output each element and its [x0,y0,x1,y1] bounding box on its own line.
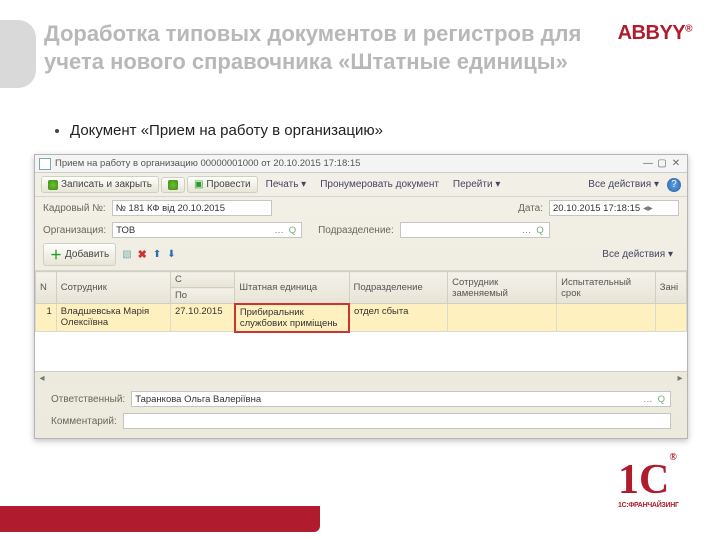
grid-toolbar: ＋ Добавить ▧ ✖ ⬆ ⬇ Все действия ▾ [35,241,687,271]
add-row-button[interactable]: ＋ Добавить [43,243,116,266]
label-comment: Комментарий: [51,416,117,427]
footer-form: Ответственный: Таранкова Ольга Валеріївн… [35,385,687,438]
scroll-left-icon[interactable]: ◂ [35,373,49,384]
lookup-icon[interactable]: Q [656,394,667,405]
org-input[interactable]: ТОВ … Q [112,222,302,238]
window-title: Прием на работу в организацию 0000000100… [55,158,641,169]
org-value: ТОВ [116,225,271,236]
col-dept[interactable]: Подразделение [349,272,448,304]
title-accent-tab [0,20,36,88]
comment-input[interactable] [123,413,671,429]
cell-overflow[interactable] [655,304,686,332]
col-position[interactable]: Штатная единица [235,272,349,304]
col-replaced[interactable]: Сотрудник заменяемый [448,272,557,304]
cell-from[interactable]: 27.10.2015 [170,304,234,332]
save-button[interactable] [161,177,185,193]
date-input[interactable]: 20.10.2015 17:18:15 ◂▸ [549,200,679,216]
save-and-close-button[interactable]: Записать и закрыть [41,176,159,193]
grid: N Сотрудник С Штатная единица Подразделе… [35,271,687,371]
label-kadrovy-num: Кадровый №: [43,203,106,214]
plus-icon: ＋ [50,246,62,263]
cell-replaced[interactable] [448,304,557,332]
save-icon [48,180,58,190]
ellipsis-icon[interactable]: … [519,225,535,236]
cell-employee[interactable]: Владшевська Марія Олексіївна [56,304,170,332]
form-row-number-date: Кадровый №: № 181 КФ від 20.10.2015 Дата… [35,197,687,219]
cell-n[interactable]: 1 [36,304,57,332]
form-row-org-dept: Организация: ТОВ … Q Подразделение: … Q [35,219,687,241]
col-probation[interactable]: Испытательный срок [557,272,656,304]
label-dept: Подразделение: [318,225,394,236]
cell-probation[interactable] [557,304,656,332]
post-button[interactable]: ▣ Провести [187,176,258,193]
slide-title: Доработка типовых документов и регистров… [44,20,594,75]
table-row[interactable]: 1 Владшевська Марія Олексіївна 27.10.201… [36,304,687,332]
col-to[interactable]: По [170,288,234,304]
col-overflow[interactable]: Зані [655,272,686,304]
responsible-input[interactable]: Таранкова Ольга Валеріївна … Q [131,391,671,407]
maximize-button[interactable]: ▢ [655,158,669,169]
label-date: Дата: [518,203,543,214]
col-employee[interactable]: Сотрудник [56,272,170,304]
grid-all-actions-menu[interactable]: Все действия ▾ [596,247,679,262]
horizontal-scrollbar[interactable]: ◂ ▸ [35,371,687,385]
copy-row-button[interactable]: ▧ [122,249,131,260]
move-down-button[interactable]: ⬇ [167,249,175,260]
minimize-button[interactable]: — [641,158,655,169]
titlebar: Прием на работу в организацию 0000000100… [35,155,687,173]
help-icon[interactable]: ? [667,178,681,192]
goto-menu[interactable]: Перейти ▾ [447,177,506,192]
lookup-icon[interactable]: Q [287,225,298,236]
print-menu[interactable]: Печать ▾ [260,177,313,192]
save-and-close-label: Записать и закрыть [61,179,152,190]
brand-bottom-bar [0,506,320,532]
delete-row-button[interactable]: ✖ [138,248,147,261]
save-icon [168,180,178,190]
label-org: Организация: [43,225,106,236]
app-window: Прием на работу в организацию 0000000100… [34,154,688,439]
label-responsible: Ответственный: [51,394,125,405]
kadrovy-num-input[interactable]: № 181 КФ від 20.10.2015 [112,200,272,216]
date-value: 20.10.2015 17:18:15 [553,203,640,214]
responsible-value: Таранкова Ольга Валеріївна [135,394,640,405]
kadrovy-num-value: № 181 КФ від 20.10.2015 [116,203,225,214]
move-up-button[interactable]: ⬆ [153,249,161,260]
add-label: Добавить [65,249,109,260]
ellipsis-icon[interactable]: … [271,225,287,236]
lookup-icon[interactable]: Q [534,225,545,236]
abbyy-logo: ABBYY® [618,22,692,45]
col-from[interactable]: С [170,272,234,288]
ellipsis-icon[interactable]: … [640,394,656,405]
renumber-button[interactable]: Пронумеровать документ [314,177,445,192]
close-button[interactable]: ✕ [669,158,683,169]
bullet-doc-name: Документ «Прием на работу в организацию» [70,122,383,139]
date-stepper-icon[interactable]: ◂▸ [640,203,656,214]
all-actions-menu[interactable]: Все действия ▾ [582,177,665,192]
scroll-right-icon[interactable]: ▸ [673,373,687,384]
post-label: Провести [206,179,250,190]
col-n[interactable]: N [36,272,57,304]
onec-logo: 1C® 1С:ФРАНЧАЙЗИНГ [618,456,688,516]
cell-position[interactable]: Прибиральник службових приміщень [235,304,349,332]
main-toolbar: Записать и закрыть ▣ Провести Печать ▾ П… [35,173,687,197]
document-icon [39,158,51,170]
dept-input[interactable]: … Q [400,222,550,238]
cell-dept[interactable]: отдел сбыта [349,304,448,332]
